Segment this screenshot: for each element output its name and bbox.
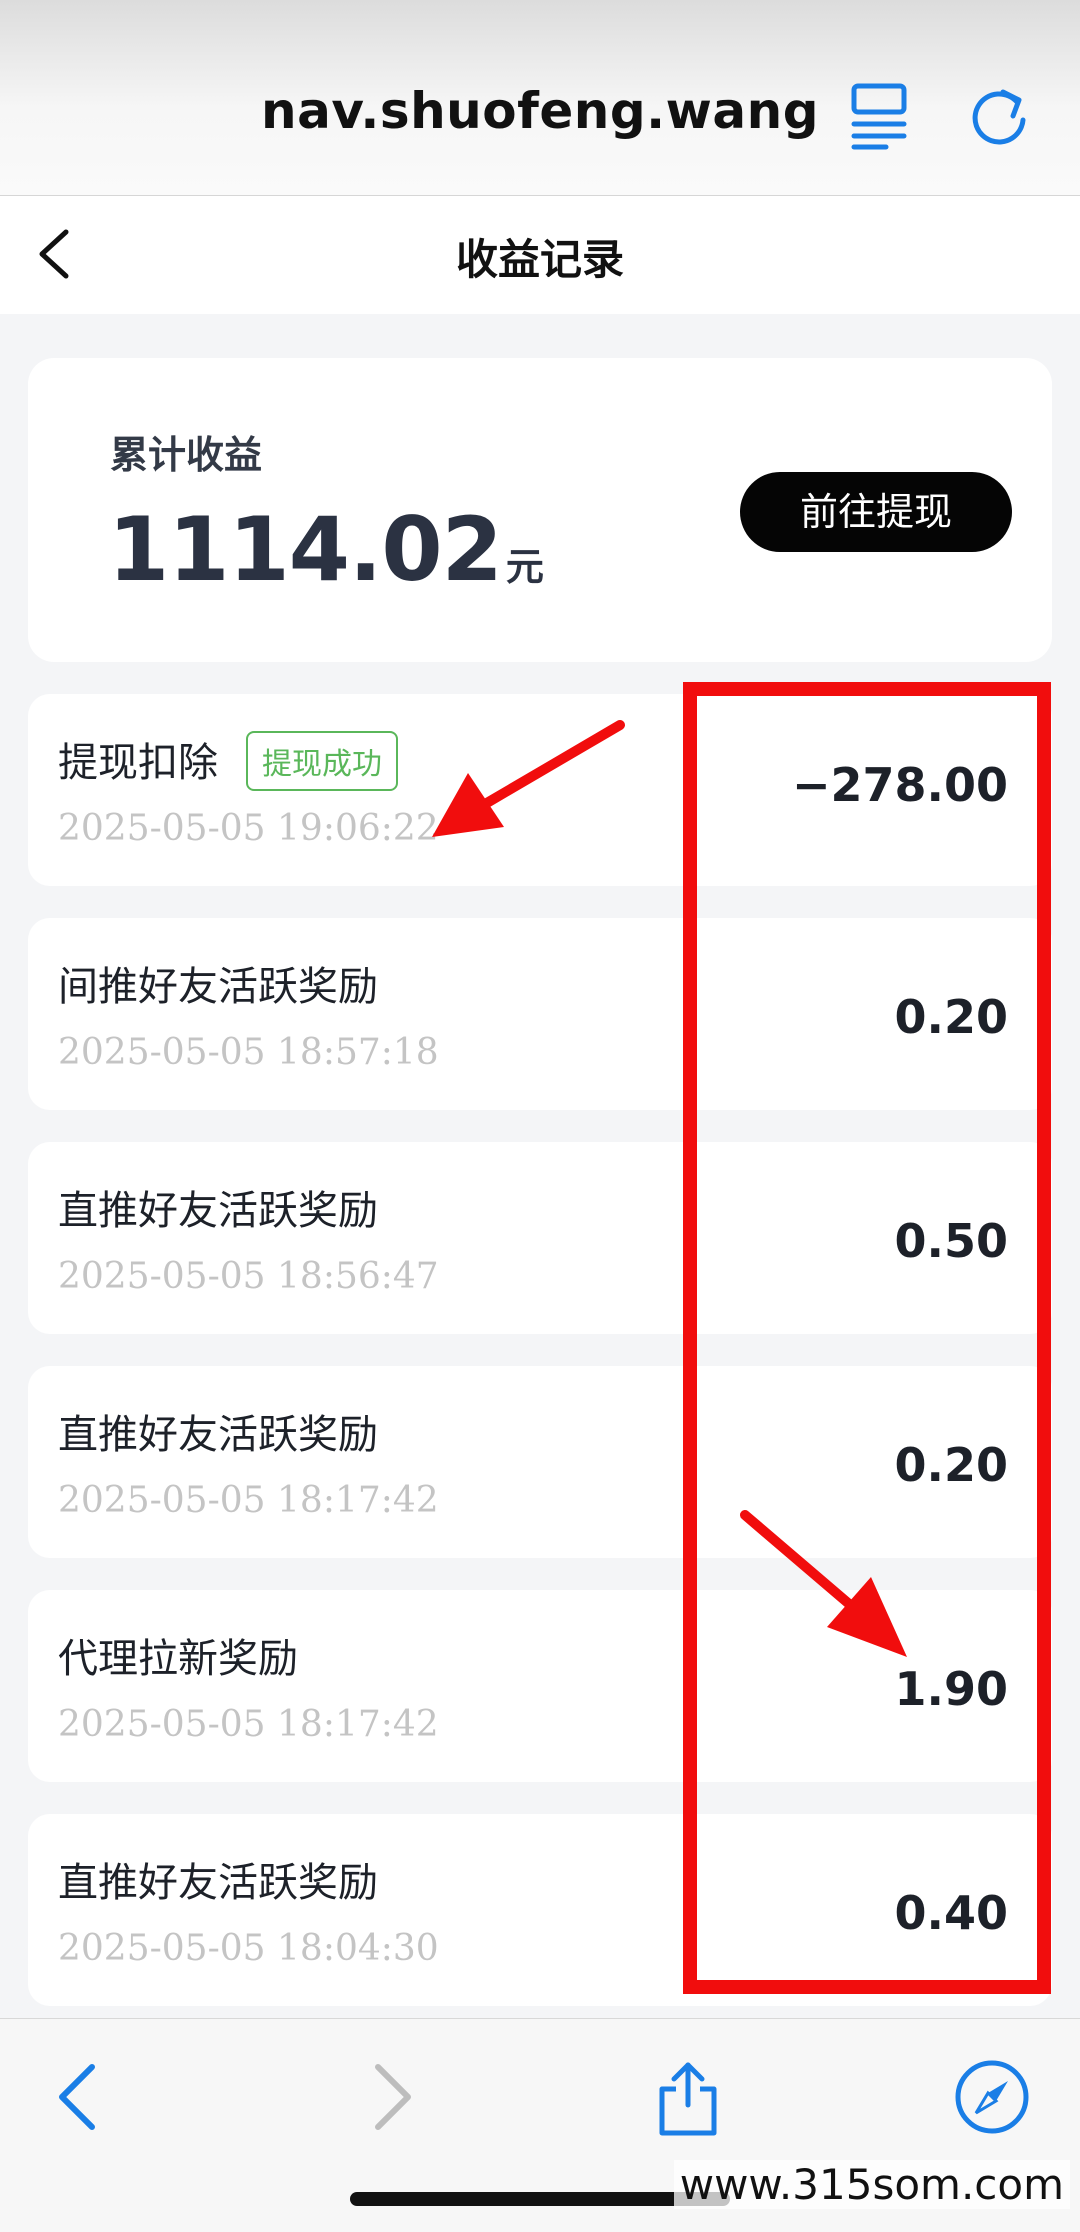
compass-icon[interactable] <box>952 2057 1032 2137</box>
record-title: 直推好友活跃奖励 <box>58 1860 378 1906</box>
browser-back-icon[interactable] <box>40 2057 120 2137</box>
share-icon[interactable] <box>648 2057 728 2137</box>
browser-forward-icon[interactable] <box>350 2057 430 2137</box>
red-highlight-box <box>683 682 1051 1994</box>
withdraw-button[interactable]: 前往提现 <box>740 472 1012 552</box>
total-earnings-label: 累计收益 <box>110 433 263 477</box>
page-title: 收益记录 <box>455 235 624 284</box>
red-arrow-icon <box>432 720 625 837</box>
record-time: 2025-05-05 18:17:42 <box>58 1704 439 1745</box>
url-text[interactable]: nav.shuofeng.wang <box>0 82 1080 140</box>
record-title-text: 提现扣除 <box>58 740 218 786</box>
earnings-summary-card: 累计收益 1114.02 元 前往提现 <box>28 358 1052 662</box>
record-title: 直推好友活跃奖励 <box>58 1188 378 1234</box>
watermark-text: www.315som.com <box>673 2160 1070 2209</box>
record-title: 直推好友活跃奖励 <box>58 1412 378 1458</box>
browser-address-bar: nav.shuofeng.wang <box>0 0 1080 196</box>
reload-icon[interactable] <box>965 80 1035 150</box>
record-title: 代理拉新奖励 <box>58 1636 298 1682</box>
record-time: 2025-05-05 19:06:22 <box>58 808 439 849</box>
record-time: 2025-05-05 18:56:47 <box>58 1256 439 1297</box>
reader-mode-icon[interactable] <box>850 80 910 150</box>
nav-header: 收益记录 <box>0 196 1080 314</box>
record-title: 间推好友活跃奖励 <box>58 964 378 1010</box>
record-time: 2025-05-05 18:04:30 <box>58 1928 439 1969</box>
total-earnings-amount: 1114.02 <box>108 498 503 601</box>
red-arrow-icon <box>740 1510 907 1657</box>
record-time: 2025-05-05 18:17:42 <box>58 1480 439 1521</box>
record-title: 提现扣除 提现成功 <box>58 730 398 795</box>
status-badge: 提现成功 <box>246 731 398 791</box>
record-time: 2025-05-05 18:57:18 <box>58 1032 439 1073</box>
currency-unit: 元 <box>505 545 544 589</box>
total-earnings-value: 1114.02 元 <box>108 498 544 601</box>
